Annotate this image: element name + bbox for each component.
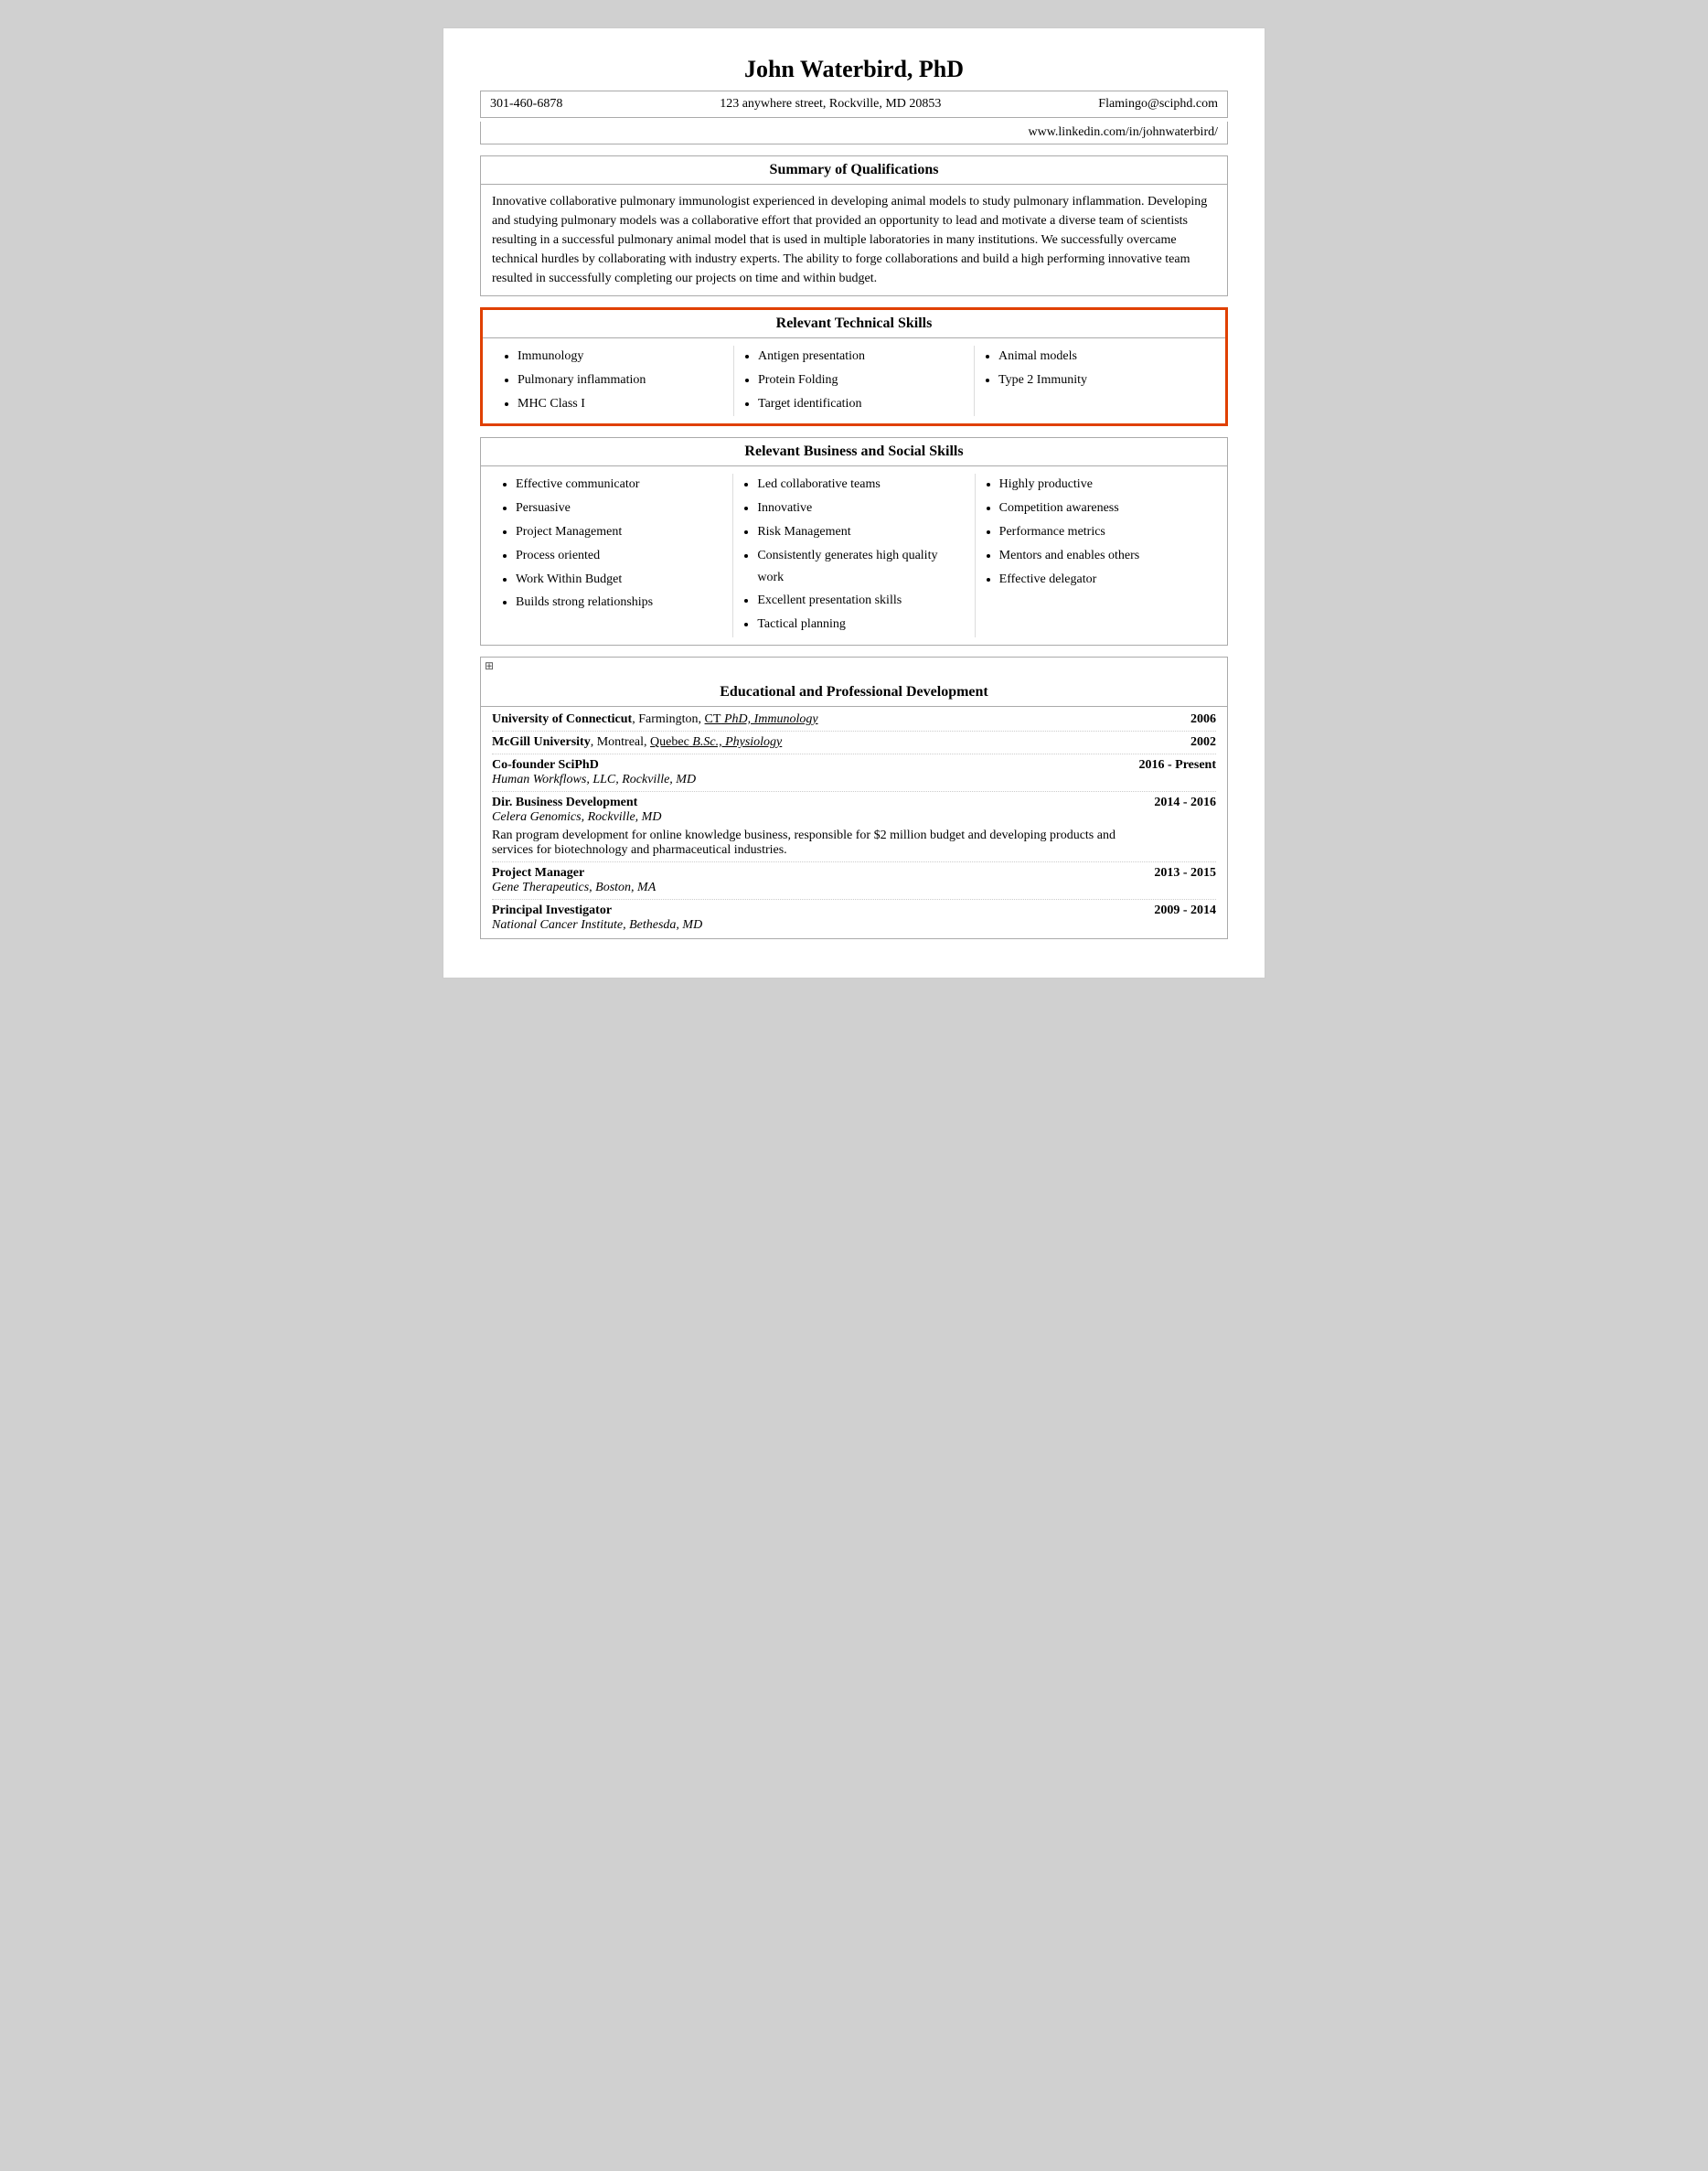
business-skills-col3: Highly productiveCompetition awarenessPe… [976,474,1216,637]
business-skills-col2: Led collaborative teamsInnovativeRisk Ma… [733,474,975,637]
edu-row: Principal InvestigatorNational Cancer In… [492,904,1216,933]
list-item: Type 2 Immunity [998,369,1207,391]
summary-section: Summary of Qualifications Innovative col… [480,155,1228,296]
list-item: Risk Management [757,521,966,543]
list-item: Consistently generates high quality work [757,545,966,589]
edu-row: Project ManagerGene Therapeutics, Boston… [492,866,1216,900]
list-item: Work Within Budget [516,569,725,591]
edu-year: 2006 [1190,712,1216,727]
list-item: Immunology [518,346,726,368]
list-item: Process oriented [516,545,725,567]
technical-skills-title: Relevant Technical Skills [483,310,1225,338]
header-contact-row2: www.linkedin.com/in/johnwaterbird/ [480,122,1228,144]
list-item: Builds strong relationships [516,592,725,614]
list-item: Target identification [758,393,966,415]
education-body: University of Connecticut, Farmington, C… [481,707,1227,938]
technical-skills-col3: Animal modelsType 2 Immunity [975,346,1214,416]
edu-left: University of Connecticut, Farmington, C… [492,712,1172,727]
business-skills-columns: Effective communicatorPersuasiveProject … [481,466,1227,645]
header-email: Flamingo@sciphd.com [1098,97,1218,112]
technical-skills-col2: Antigen presentationProtein FoldingTarge… [734,346,975,416]
edu-subtitle: Gene Therapeutics, Boston, MA [492,881,1136,895]
edu-row: Dir. Business DevelopmentCelera Genomics… [492,796,1216,862]
technical-skills-section: Relevant Technical Skills ImmunologyPulm… [480,307,1228,426]
education-title: Educational and Professional Development [481,679,1227,707]
edu-year: 2013 - 2015 [1154,866,1216,881]
edu-degree: PhD, Immunology [721,712,817,726]
list-item: Innovative [757,497,966,519]
edu-left: Co-founder SciPhDHuman Workflows, LLC, R… [492,758,1121,787]
list-item: Animal models [998,346,1207,368]
edu-subtitle: Celera Genomics, Rockville, MD [492,810,1136,825]
edu-year: 2014 - 2016 [1154,796,1216,810]
list-item: Protein Folding [758,369,966,391]
education-section: ⊞ Educational and Professional Developme… [480,657,1228,939]
edu-year: 2002 [1190,735,1216,750]
edu-degree: B.Sc., Physiology [689,735,782,749]
list-item: Excellent presentation skills [757,590,966,612]
edu-main-line: McGill University, Montreal, Quebec B.Sc… [492,735,1172,750]
list-item: Tactical planning [757,614,966,636]
edu-year: 2009 - 2014 [1154,904,1216,918]
list-item: Performance metrics [999,521,1209,543]
edu-main-line: Dir. Business Development [492,796,1136,810]
edu-subtitle: National Cancer Institute, Bethesda, MD [492,918,1136,933]
technical-skills-columns: ImmunologyPulmonary inflammationMHC Clas… [483,338,1225,423]
list-item: Competition awareness [999,497,1209,519]
edu-year: 2016 - Present [1139,758,1217,773]
edu-left: Principal InvestigatorNational Cancer In… [492,904,1136,933]
edu-institution: Project Manager [492,866,584,880]
edu-description: Ran program development for online knowl… [492,829,1136,858]
technical-skills-col1: ImmunologyPulmonary inflammationMHC Clas… [494,346,734,416]
list-item: Antigen presentation [758,346,966,368]
list-item: Effective delegator [999,569,1209,591]
summary-body: Innovative collaborative pulmonary immun… [481,185,1227,295]
list-item: Project Management [516,521,725,543]
header-phone: 301-460-6878 [490,97,562,112]
resume-page: John Waterbird, PhD 301-460-6878 123 any… [443,27,1265,979]
summary-title: Summary of Qualifications [481,156,1227,185]
expand-icon[interactable]: ⊞ [481,658,1227,675]
list-item: Mentors and enables others [999,545,1209,567]
edu-row: McGill University, Montreal, Quebec B.Sc… [492,735,1216,754]
header-linkedin: www.linkedin.com/in/johnwaterbird/ [1029,125,1219,140]
edu-left: Dir. Business DevelopmentCelera Genomics… [492,796,1136,858]
list-item: Effective communicator [516,474,725,496]
list-item: Pulmonary inflammation [518,369,726,391]
list-item: Persuasive [516,497,725,519]
header-contact-row1: 301-460-6878 123 anywhere street, Rockvi… [480,91,1228,118]
business-skills-section: Relevant Business and Social Skills Effe… [480,437,1228,646]
edu-left: Project ManagerGene Therapeutics, Boston… [492,866,1136,895]
header-name: John Waterbird, PhD [480,56,1228,83]
edu-left: McGill University, Montreal, Quebec B.Sc… [492,735,1172,750]
edu-institution: Co-founder SciPhD [492,758,599,772]
header-address: 123 anywhere street, Rockville, MD 20853 [720,97,941,112]
edu-institution: Principal Investigator [492,904,612,917]
edu-row: University of Connecticut, Farmington, C… [492,712,1216,732]
edu-institution: McGill University [492,735,591,749]
edu-institution: Dir. Business Development [492,796,637,809]
list-item: MHC Class I [518,393,726,415]
edu-row: Co-founder SciPhDHuman Workflows, LLC, R… [492,758,1216,792]
edu-main-line: Principal Investigator [492,904,1136,918]
business-skills-title: Relevant Business and Social Skills [481,438,1227,466]
list-item: Highly productive [999,474,1209,496]
business-skills-col1: Effective communicatorPersuasiveProject … [492,474,733,637]
edu-institution: University of Connecticut [492,712,632,726]
list-item: Led collaborative teams [757,474,966,496]
edu-location: , Montreal, Quebec [591,735,689,749]
edu-main-line: Project Manager [492,866,1136,881]
edu-subtitle: Human Workflows, LLC, Rockville, MD [492,773,1121,787]
edu-location: , Farmington, CT [632,712,721,726]
edu-main-line: Co-founder SciPhD [492,758,1121,773]
edu-main-line: University of Connecticut, Farmington, C… [492,712,1172,727]
